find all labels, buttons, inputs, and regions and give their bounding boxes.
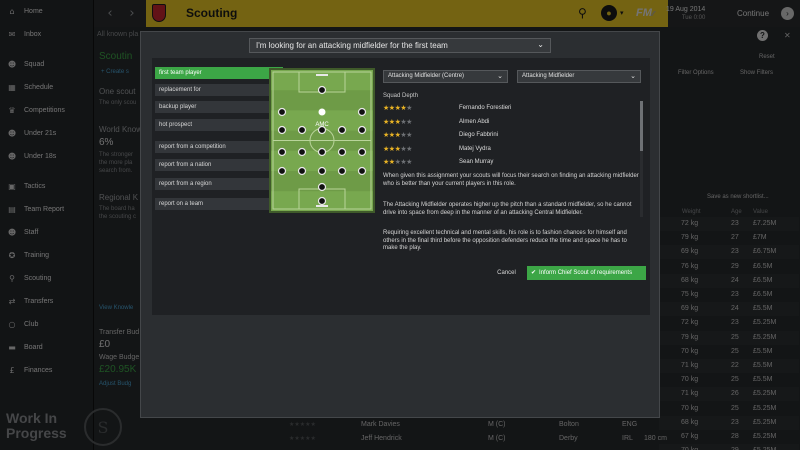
position-marker[interactable]	[297, 147, 307, 157]
list-item[interactable]: ★★★★★ Matej Vydra	[383, 145, 633, 157]
player-name: Diego Fabbrini	[459, 132, 499, 138]
player-name: Fernando Forestieri	[459, 105, 512, 111]
inform-chief-scout-label: Inform Chief Scout of requirements	[539, 270, 633, 276]
scouting-assignment-dialog: I'm looking for an attacking midfielder …	[140, 31, 660, 418]
scouting-goal-dropdown[interactable]: I'm looking for an attacking midfielder …	[249, 38, 551, 53]
position-dropdown-value: Attacking Midfielder (Centre)	[388, 73, 465, 79]
squad-depth-heading: Squad Depth	[383, 93, 419, 99]
cancel-button[interactable]: Cancel	[489, 267, 524, 279]
assignment-option-first-team-player[interactable]: first team player	[155, 67, 283, 79]
rating-stars: ★★★★★	[383, 145, 412, 153]
chevron-down-icon: ⌄	[497, 73, 503, 80]
app-window: ⌂Home✉Inbox☻Squad▦Schedule♛Competitions☻…	[0, 0, 800, 450]
position-marker[interactable]	[317, 85, 327, 95]
pitch-diagram[interactable]: AMC	[271, 70, 373, 211]
role-description-paragraph: When given this assignment your scouts w…	[383, 173, 639, 187]
bottom-goal	[316, 205, 328, 207]
chevron-down-icon: ⌄	[630, 73, 636, 80]
position-marker[interactable]	[297, 166, 307, 176]
assignment-option-backup-player[interactable]: backup player	[155, 101, 283, 113]
squad-depth-scrollbar-thumb[interactable]	[640, 101, 643, 151]
position-marker[interactable]	[337, 166, 347, 176]
selected-position-marker[interactable]	[318, 108, 326, 116]
position-dropdown[interactable]: Attacking Midfielder (Centre) ⌄	[383, 70, 508, 83]
rating-stars: ★★★★★	[383, 104, 412, 112]
assignment-option-report-from-a-region[interactable]: report from a region	[155, 178, 283, 190]
assignment-option-report-from-a-competition[interactable]: report from a competition	[155, 141, 283, 153]
position-marker[interactable]	[277, 166, 287, 176]
star-icon: ★	[406, 158, 412, 166]
list-item[interactable]: ★★★★★ Sean Murray	[383, 158, 633, 170]
position-marker[interactable]	[317, 196, 327, 206]
rating-stars: ★★★★★	[383, 118, 412, 126]
selected-position-label: AMC	[315, 122, 329, 128]
position-marker[interactable]	[337, 147, 347, 157]
role-dropdown[interactable]: Attacking Midfielder ⌄	[517, 70, 641, 83]
check-icon: ✔	[531, 269, 537, 276]
player-name: Matej Vydra	[459, 145, 491, 152]
position-marker[interactable]	[297, 125, 307, 135]
position-marker[interactable]	[317, 166, 327, 176]
position-marker[interactable]	[317, 147, 327, 157]
scouting-goal-text: I'm looking for an attacking midfielder …	[256, 41, 448, 50]
player-name: Almen Abdi	[459, 118, 490, 125]
role-description-paragraph: Requiring excellent technical and mental…	[383, 230, 627, 251]
position-marker[interactable]	[277, 147, 287, 157]
assignment-option-report-from-a-nation[interactable]: report from a nation	[155, 159, 283, 171]
position-marker[interactable]	[357, 166, 367, 176]
assignment-option-report-on-a-team[interactable]: report on a team	[155, 198, 283, 210]
player-name: Sean Murray	[459, 159, 494, 165]
role-dropdown-value: Attacking Midfielder	[522, 73, 575, 79]
star-icon: ★	[406, 131, 412, 139]
star-icon: ★	[406, 144, 412, 153]
chevron-down-icon: ⌄	[537, 40, 544, 49]
position-marker[interactable]	[357, 147, 367, 157]
star-icon: ★	[406, 117, 412, 126]
top-goal	[316, 74, 328, 76]
position-marker[interactable]	[357, 107, 367, 117]
rating-stars: ★★★★★	[383, 158, 412, 166]
position-marker[interactable]	[317, 182, 327, 192]
position-marker[interactable]	[357, 125, 367, 135]
position-marker[interactable]	[277, 125, 287, 135]
inform-chief-scout-button[interactable]: ✔ Inform Chief Scout of requirements	[527, 266, 646, 280]
position-pitch[interactable]: AMC	[269, 68, 375, 213]
assignment-option-hot-prospect[interactable]: hot prospect	[155, 119, 283, 131]
role-description-paragraph: The Attacking Midfielder operates higher…	[383, 202, 632, 216]
list-item[interactable]: ★★★★★ Diego Fabbrini	[383, 131, 633, 143]
star-icon: ★	[406, 104, 412, 112]
position-marker[interactable]	[337, 125, 347, 135]
rating-stars: ★★★★★	[383, 131, 412, 139]
position-marker[interactable]	[277, 107, 287, 117]
list-item[interactable]: ★★★★★ Fernando Forestieri	[383, 104, 633, 116]
list-item[interactable]: ★★★★★ Almen Abdi	[383, 118, 633, 130]
assignment-option-replacement-for[interactable]: replacement for	[155, 84, 283, 96]
